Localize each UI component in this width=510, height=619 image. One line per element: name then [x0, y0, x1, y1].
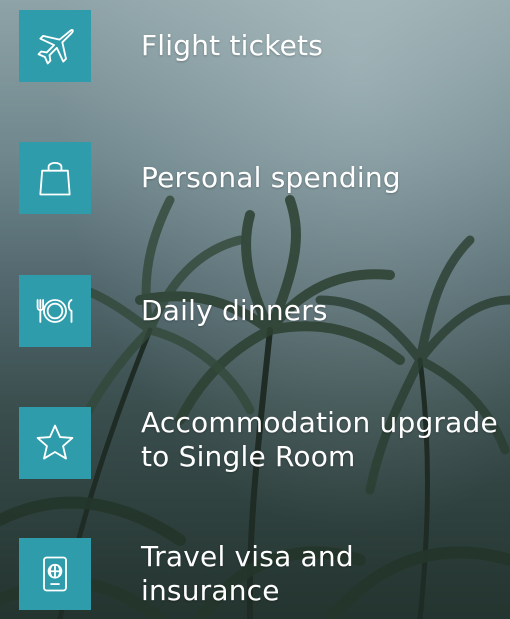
item-label: Personal spending — [141, 161, 401, 194]
item-label: Daily dinners — [141, 294, 328, 327]
item-label: Travel visa and insurance — [141, 540, 354, 607]
passport-icon — [19, 538, 91, 610]
list-item-daily-dinners: Daily dinners — [19, 275, 499, 347]
list-item-accommodation-upgrade: Accommodation upgrade to Single Room — [19, 406, 499, 479]
item-label: Accommodation upgrade to Single Room — [141, 406, 498, 473]
airplane-icon — [19, 10, 91, 82]
list-item-travel-visa: Travel visa and insurance — [19, 538, 499, 610]
plate-cutlery-icon — [19, 275, 91, 347]
list-item-flight-tickets: Flight tickets — [19, 10, 499, 82]
star-icon — [19, 407, 91, 479]
shopping-bag-icon — [19, 142, 91, 214]
list-item-personal-spending: Personal spending — [19, 142, 499, 214]
item-label: Flight tickets — [141, 29, 324, 62]
